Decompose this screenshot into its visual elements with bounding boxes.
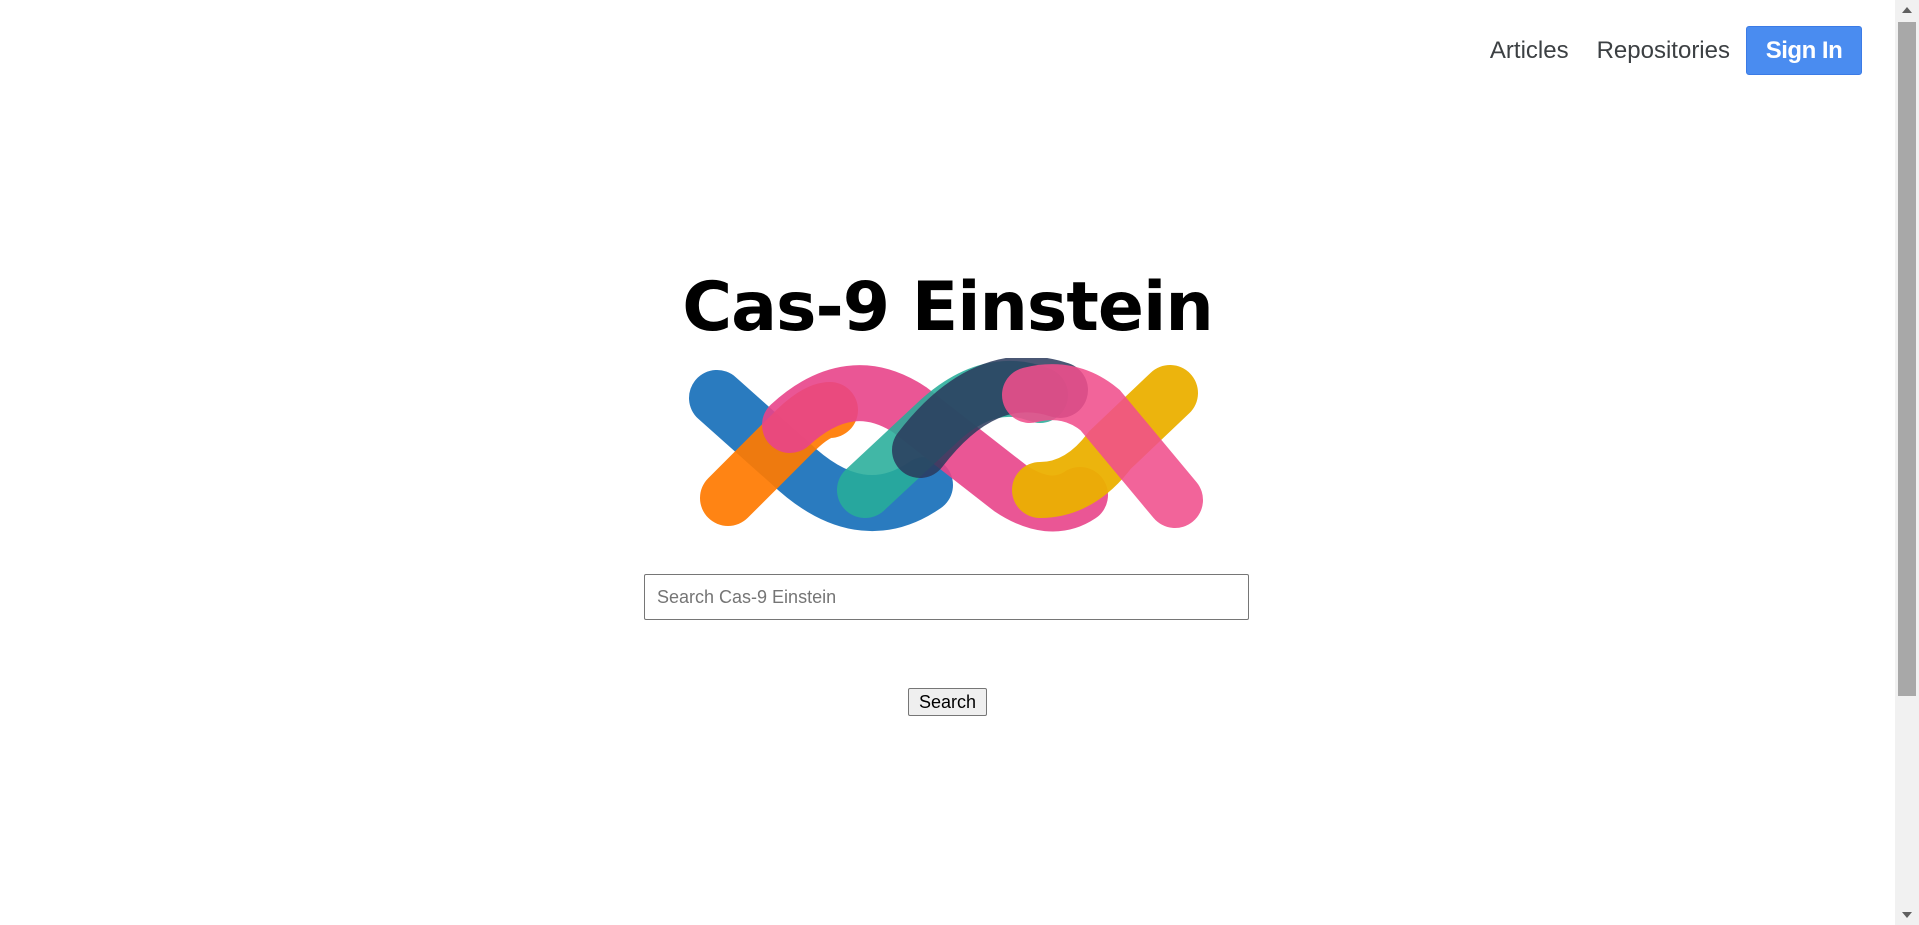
arrow-up-icon — [1902, 7, 1912, 13]
search-button[interactable]: Search — [908, 688, 987, 716]
arrow-down-icon — [1902, 912, 1912, 918]
page: Articles Repositories Sign In Cas-9 Eins… — [0, 0, 1919, 925]
site-title: Cas-9 Einstein — [682, 268, 1213, 347]
search-input[interactable] — [644, 574, 1249, 620]
nav-link-repositories[interactable]: Repositories — [1597, 27, 1730, 75]
nav-link-articles[interactable]: Articles — [1490, 27, 1569, 75]
dna-logo-icon — [689, 358, 1203, 532]
scroll-up-button[interactable] — [1895, 0, 1919, 20]
scrollbar-thumb[interactable] — [1898, 22, 1916, 696]
vertical-scrollbar[interactable] — [1895, 0, 1919, 925]
scroll-down-button[interactable] — [1895, 905, 1919, 925]
top-nav: Articles Repositories Sign In — [1490, 26, 1862, 75]
sign-in-button[interactable]: Sign In — [1746, 26, 1862, 75]
